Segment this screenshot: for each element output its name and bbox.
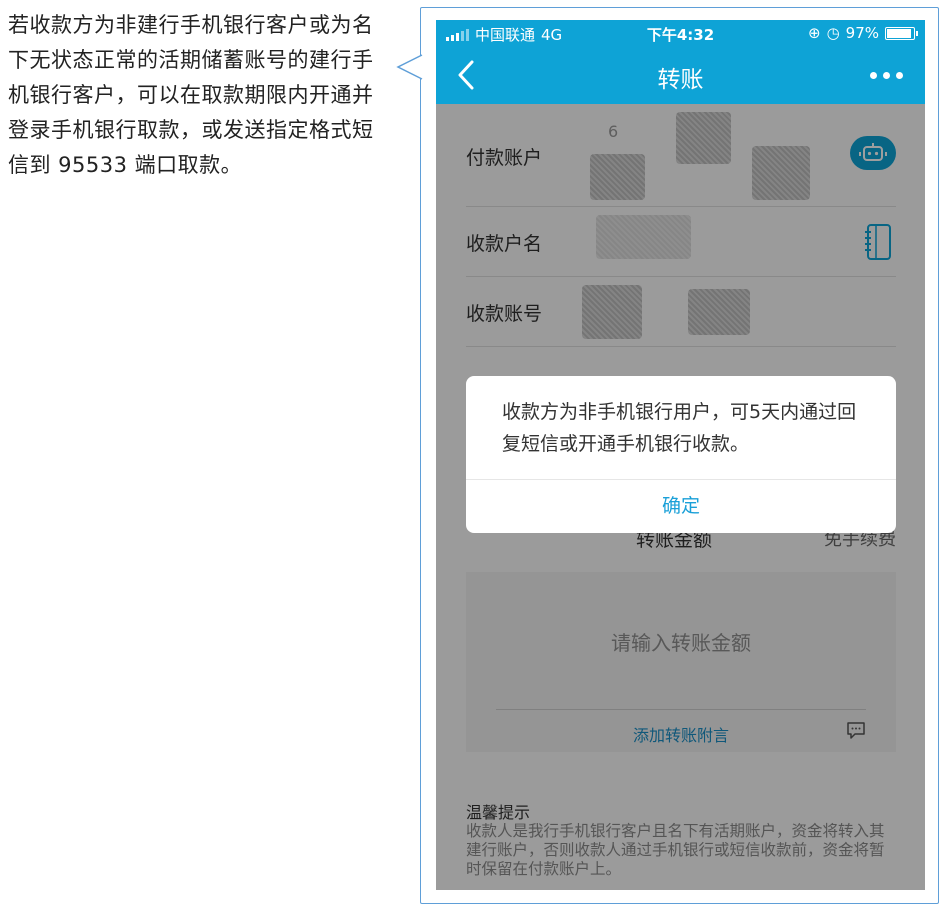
- annotation-text: 若收款方为非建行手机银行客户或为名下无状态正常的活期储蓄账号的建行手机银行客户，…: [8, 13, 374, 177]
- battery-percent: 97%: [845, 24, 879, 42]
- page-title: 转账: [657, 67, 704, 93]
- alarm-icon: ◷: [826, 24, 840, 42]
- dialog-message: 收款方为非手机银行用户，可5天内通过回复短信或开通手机银行收款。: [502, 401, 857, 455]
- dialog-ok-button[interactable]: 确定: [466, 479, 896, 533]
- lock-rotation-icon: ⊕: [807, 24, 821, 42]
- callout-arrow: [396, 54, 423, 80]
- battery-fill: [887, 28, 911, 38]
- nav-bar: 转账: [436, 46, 925, 104]
- status-right: ⊕ ◷ 97%: [807, 24, 918, 42]
- status-bar: 中国联通 4G 下午4:32 ⊕ ◷ 97%: [436, 20, 925, 46]
- more-dots-icon[interactable]: [870, 72, 903, 79]
- alert-dialog: 收款方为非手机银行用户，可5天内通过回复短信或开通手机银行收款。 确定: [466, 376, 896, 533]
- screenshot-root: 若收款方为非建行手机银行客户或为名下无状态正常的活期储蓄账号的建行手机银行客户，…: [0, 0, 945, 910]
- phone-screen: 中国联通 4G 下午4:32 ⊕ ◷ 97% 转账 付款账户 6 收款户名 收款…: [436, 20, 925, 890]
- battery-icon: [885, 26, 918, 40]
